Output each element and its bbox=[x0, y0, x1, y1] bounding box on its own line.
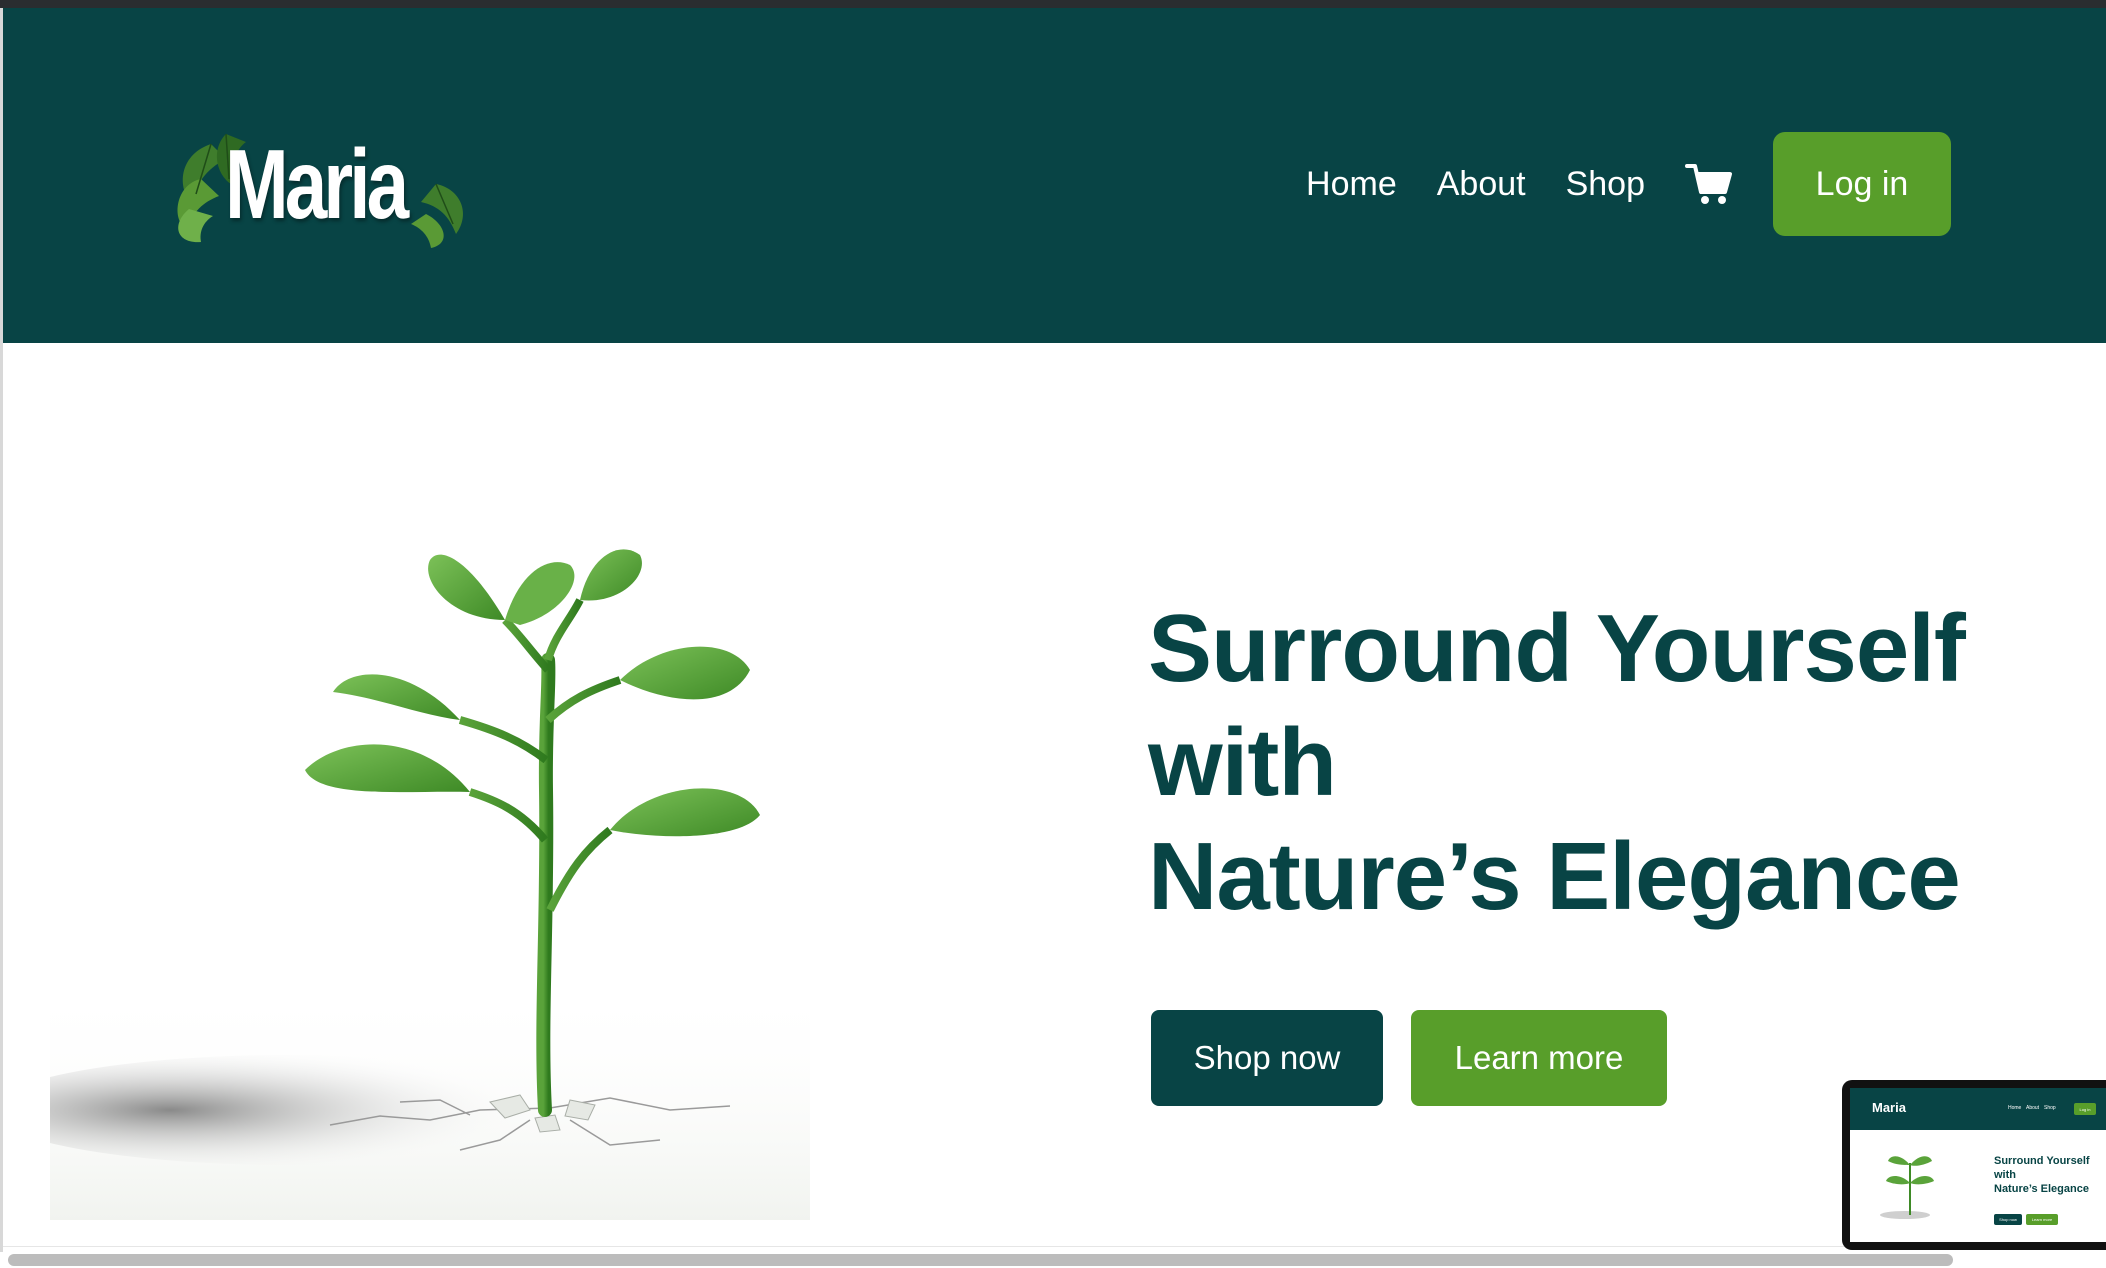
preview-nav-about: About bbox=[2026, 1105, 2040, 1111]
logo-text: Maria bbox=[225, 129, 409, 239]
preview-nav-shop: Shop bbox=[2044, 1105, 2056, 1111]
page-preview-thumbnail[interactable]: Maria Home About Shop Log in Surround Yo… bbox=[1842, 1080, 2106, 1250]
preview-title: Surround Yourself with Nature’s Elegance bbox=[1994, 1154, 2090, 1196]
main-nav: Home About Shop Log in bbox=[1306, 132, 1951, 236]
preview-shop-button: Shop now bbox=[1994, 1214, 2022, 1225]
preview-screen: Maria Home About Shop Log in Surround Yo… bbox=[1850, 1088, 2106, 1242]
preview-header: Maria Home About Shop Log in bbox=[1850, 1088, 2106, 1130]
preview-seedling-image bbox=[1880, 1156, 1934, 1219]
shopping-cart-icon[interactable] bbox=[1685, 162, 1733, 206]
preview-learn-button: Learn more bbox=[2026, 1214, 2058, 1225]
browser-top-strip bbox=[0, 0, 2106, 8]
site-header: Maria Home About Shop Log in bbox=[3, 8, 2106, 343]
section-divider bbox=[3, 1246, 2106, 1247]
learn-more-button[interactable]: Learn more bbox=[1411, 1010, 1667, 1106]
hero-title-line: Nature’s Elegance bbox=[1148, 823, 1961, 930]
hero-title: Surround Yourself with Nature’s Elegance bbox=[1148, 592, 2048, 934]
preview-title-line: with bbox=[1994, 1169, 2016, 1181]
hero-title-line: with bbox=[1148, 709, 1337, 816]
nav-shop[interactable]: Shop bbox=[1566, 165, 1645, 204]
logo[interactable]: Maria bbox=[171, 124, 471, 248]
login-button[interactable]: Log in bbox=[1773, 132, 1951, 236]
nav-about[interactable]: About bbox=[1437, 165, 1526, 204]
nav-home[interactable]: Home bbox=[1306, 165, 1397, 204]
scrollbar-thumb[interactable] bbox=[8, 1254, 1953, 1266]
preview-title-line: Surround Yourself bbox=[1994, 1155, 2090, 1167]
preview-logo: Maria bbox=[1872, 1100, 1906, 1115]
preview-title-line: Nature’s Elegance bbox=[1994, 1183, 2089, 1195]
shop-now-button[interactable]: Shop now bbox=[1151, 1010, 1383, 1106]
seedling-image bbox=[50, 549, 810, 1220]
hero-title-line: Surround Yourself bbox=[1148, 595, 1966, 702]
preview-nav-home: Home bbox=[2008, 1105, 2022, 1111]
preview-login: Log in bbox=[2074, 1103, 2096, 1115]
